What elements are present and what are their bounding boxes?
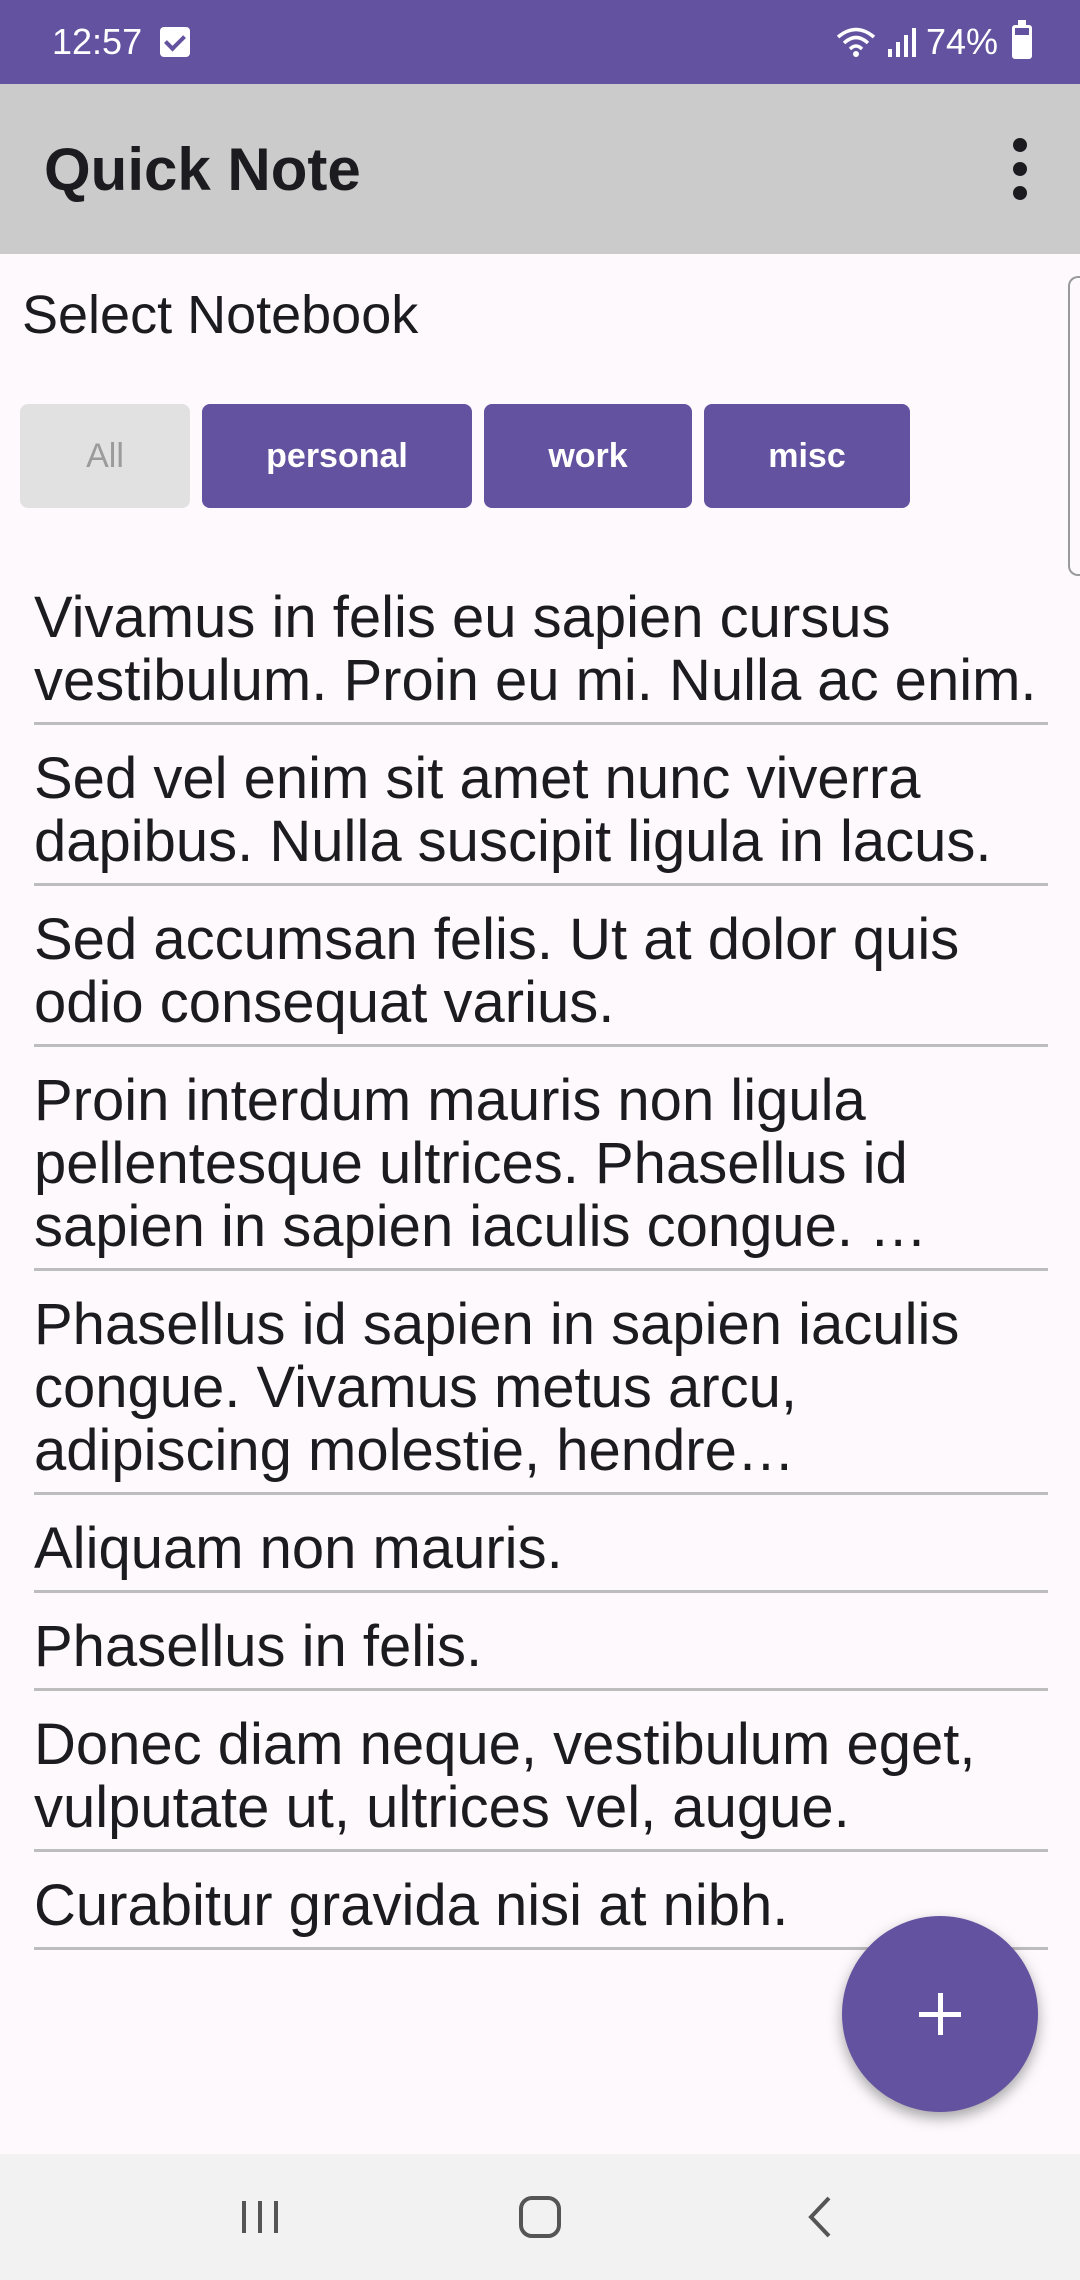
note-item[interactable]: Phasellus in felis. [34, 1593, 1048, 1691]
wifi-icon [836, 27, 876, 57]
navigation-bar [0, 2154, 1080, 2280]
back-icon [808, 2196, 831, 2238]
note-item[interactable]: Donec diam neque, vestibulum eget, vulpu… [34, 1691, 1048, 1852]
chip-misc[interactable]: misc [704, 404, 910, 508]
note-item[interactable]: Sed accumsan felis. Ut at dolor quis odi… [34, 886, 1048, 1047]
recent-apps-button[interactable] [200, 2172, 320, 2262]
note-item[interactable]: Sed vel enim sit amet nunc viverra dapib… [34, 725, 1048, 886]
select-notebook-label: Select Notebook [22, 285, 419, 345]
notebook-chip-group: All personal work misc [20, 404, 910, 508]
chip-work[interactable]: work [484, 404, 692, 508]
notes-list: Vivamus in felis eu sapien cursus vestib… [34, 564, 1048, 1950]
more-vert-icon[interactable] [1000, 129, 1040, 209]
status-right: 74% [836, 20, 1032, 63]
chip-all[interactable]: All [20, 404, 190, 508]
back-button[interactable] [760, 2172, 880, 2262]
clock: 12:57 [52, 21, 143, 62]
menu-dot [1013, 162, 1027, 176]
add-note-button[interactable] [842, 1916, 1038, 2112]
check-icon [160, 27, 191, 57]
chip-personal[interactable]: personal [202, 404, 472, 508]
battery-level: 74% [925, 21, 998, 62]
battery-icon [1012, 20, 1032, 59]
recent-apps-icon [242, 2201, 278, 2233]
home-button[interactable] [480, 2172, 600, 2262]
status-bar: 12:57 74% [0, 0, 1080, 84]
note-item[interactable]: Aliquam non mauris. [34, 1495, 1048, 1593]
status-left: 12:57 [52, 21, 191, 63]
app-bar: Quick Note [0, 84, 1080, 254]
note-item[interactable]: Proin interdum mauris non ligula pellent… [34, 1047, 1048, 1271]
app-title: Quick Note [44, 135, 361, 203]
home-icon [519, 2196, 561, 2238]
content-area[interactable]: Select Notebook All personal work misc V… [0, 254, 1080, 2154]
note-item[interactable]: Phasellus id sapien in sapien iaculis co… [34, 1271, 1048, 1495]
menu-dot [1013, 138, 1027, 152]
note-item[interactable]: Vivamus in felis eu sapien cursus vestib… [34, 564, 1048, 725]
menu-dot [1013, 186, 1027, 200]
signal-icon [887, 28, 916, 57]
scrollbar[interactable] [1068, 276, 1080, 576]
plus-icon [919, 1993, 961, 2035]
screen: 12:57 74% Quick Note Select Notebook All… [0, 0, 1080, 2280]
